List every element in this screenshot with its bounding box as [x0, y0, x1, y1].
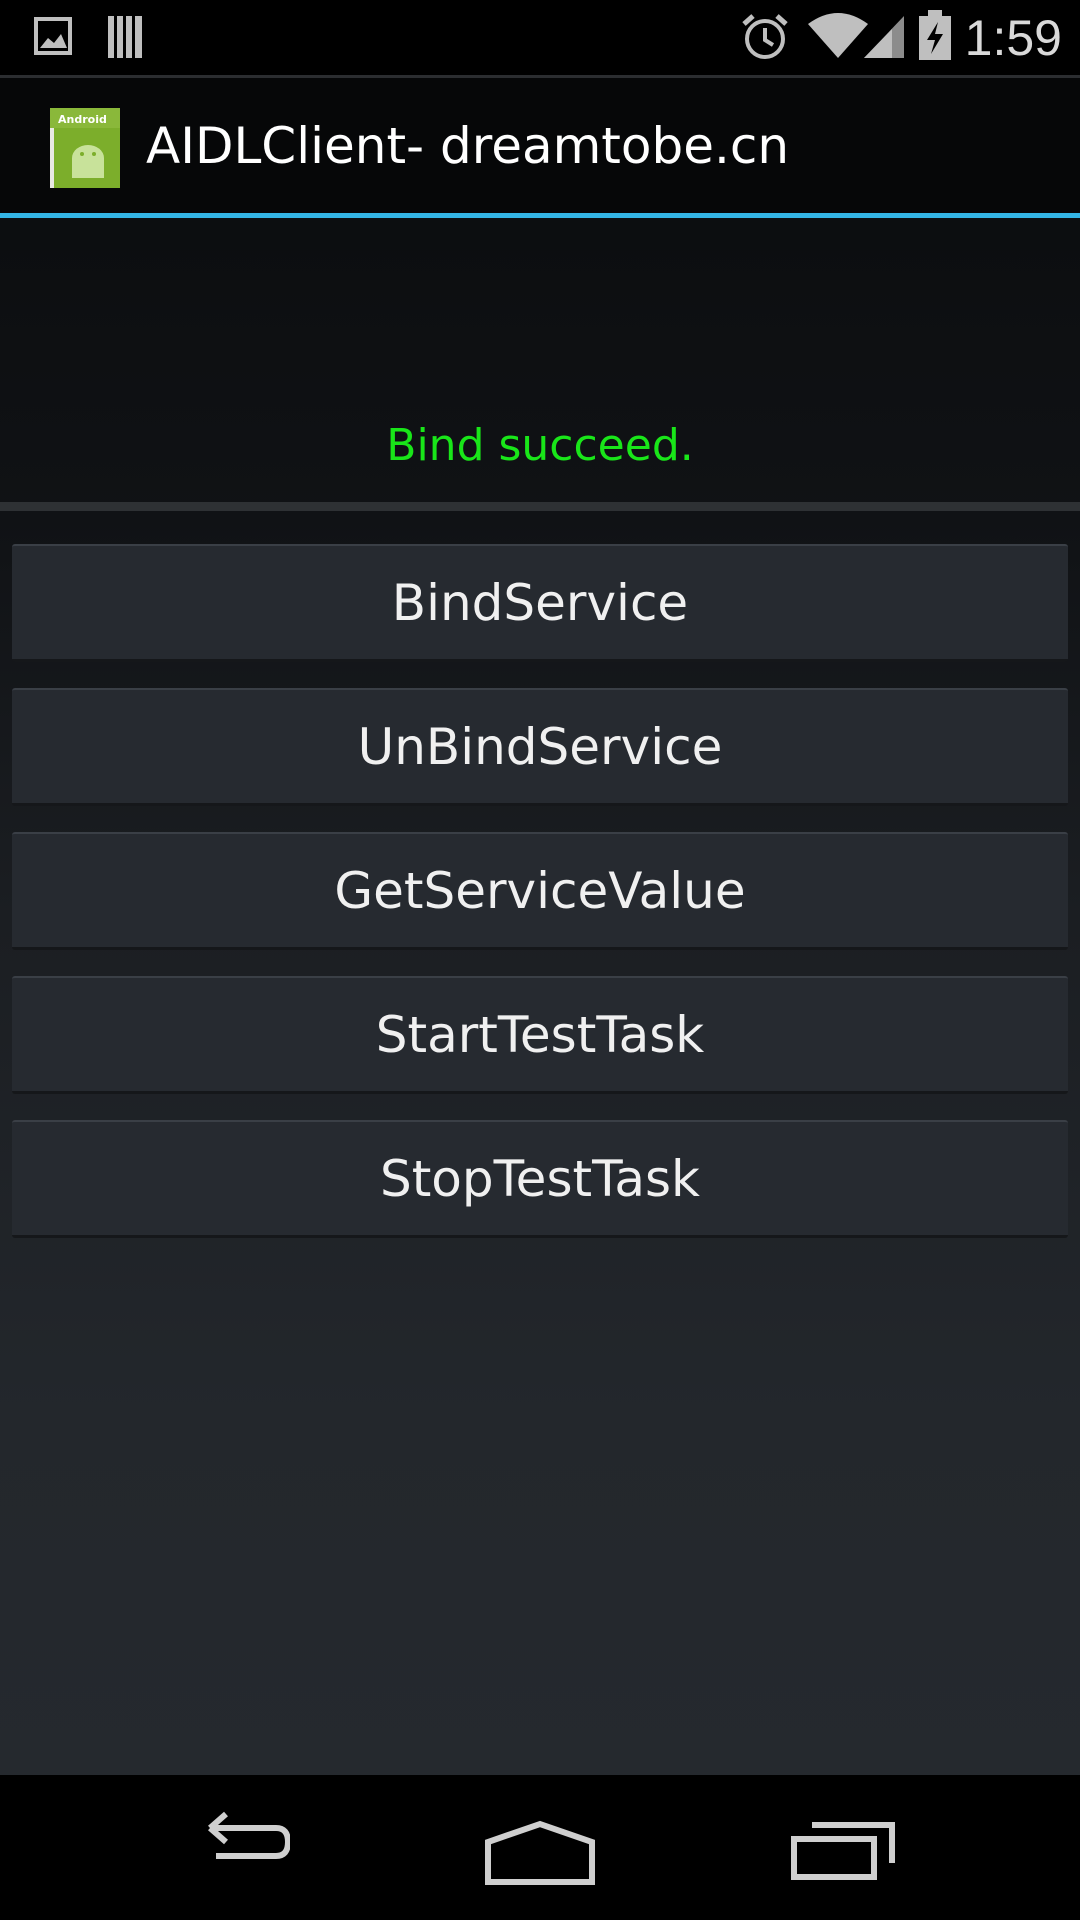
- status-bar: 1:59: [0, 0, 1080, 75]
- app-icon-badge: Android: [58, 113, 107, 126]
- status-message: Bind succeed.: [386, 420, 694, 471]
- alarm-icon: [740, 12, 790, 67]
- wifi-icon: [808, 12, 868, 65]
- recents-icon[interactable]: [790, 1817, 896, 1888]
- signal-icon: [862, 12, 906, 65]
- bind-service-button[interactable]: BindService: [12, 544, 1068, 662]
- home-icon[interactable]: [484, 1820, 596, 1891]
- gallery-icon: [34, 14, 74, 63]
- screen: 1:59 Android AIDLClient- dreamtobe.cn Bi…: [0, 0, 1080, 1920]
- start-test-task-button[interactable]: StartTestTask: [12, 976, 1068, 1094]
- barcode-icon: [106, 14, 146, 65]
- clock-time: 1:59: [964, 10, 1062, 66]
- action-bar: Android AIDLClient- dreamtobe.cn: [0, 78, 1080, 213]
- app-title: AIDLClient- dreamtobe.cn: [146, 117, 790, 175]
- back-icon[interactable]: [186, 1810, 292, 1885]
- stop-test-task-button[interactable]: StopTestTask: [12, 1120, 1068, 1238]
- navigation-bar: [0, 1775, 1080, 1920]
- android-app-icon: Android: [50, 108, 120, 188]
- main-content: Bind succeed. BindService UnBindService …: [0, 218, 1080, 1775]
- content-divider: [0, 502, 1080, 511]
- unbind-service-button[interactable]: UnBindService: [12, 688, 1068, 806]
- battery-charging-icon: [918, 10, 952, 67]
- get-service-value-button[interactable]: GetServiceValue: [12, 832, 1068, 950]
